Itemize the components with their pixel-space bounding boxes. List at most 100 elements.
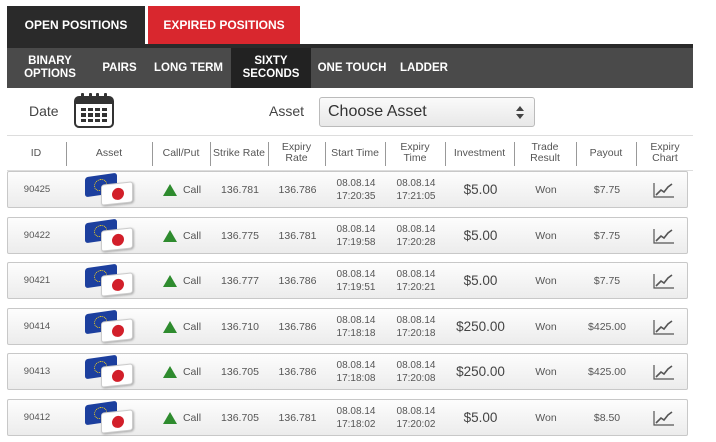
- cell-call-put: Call: [154, 172, 210, 207]
- col-header-trade-result: Trade Result: [530, 141, 560, 164]
- table-row[interactable]: 90412 Call 136.705 136.781 08.08.14 17:1…: [7, 399, 688, 436]
- call-arrow-icon: [162, 365, 177, 378]
- cell-investment: $5.00: [463, 273, 498, 288]
- subnav-binary-options[interactable]: BINARY OPTIONS: [7, 48, 93, 88]
- select-arrows-icon: [516, 106, 524, 120]
- asset-label: Asset: [269, 103, 305, 119]
- subnav-pairs[interactable]: PAIRS: [93, 48, 146, 88]
- table-header: ID Asset Call/Put Strike Rate Expiry Rat…: [7, 135, 693, 171]
- cell-expiry-chart: [638, 263, 690, 298]
- cell-start-time: 08.08.14 17:19:51: [327, 263, 385, 298]
- call-arrow-icon: [162, 274, 177, 287]
- cell-trade-result: Won: [535, 274, 557, 287]
- subnav-long-term[interactable]: LONG TERM: [146, 48, 231, 88]
- cell-payout: $425.00: [588, 320, 626, 333]
- expiry-date: 08.08.14: [396, 177, 436, 189]
- option-type-nav: BINARY OPTIONS PAIRS LONG TERM SIXTY SEC…: [7, 48, 693, 88]
- eur-jpy-flags-icon: [85, 354, 135, 388]
- start-date: 08.08.14: [336, 359, 376, 371]
- cell-investment: $250.00: [456, 364, 505, 379]
- cell-expiry-chart: [638, 354, 690, 389]
- cell-asset: [68, 263, 152, 298]
- cell-trade-result: Won: [535, 365, 557, 378]
- cell-expiry-time: 08.08.14 17:20:08: [387, 354, 445, 389]
- cell-strike-rate: 136.781: [221, 183, 259, 196]
- eur-jpy-flags-icon: [85, 309, 135, 343]
- cell-asset: [68, 309, 152, 344]
- line-chart-icon[interactable]: [653, 319, 675, 335]
- cell-id: 90425: [23, 184, 51, 195]
- col-header-expiry-rate: Expiry Rate: [281, 141, 312, 164]
- start-clock: 17:18:02: [336, 418, 376, 430]
- table-row[interactable]: 90414 Call 136.710 136.786 08.08.14 17:1…: [7, 308, 688, 345]
- table-row[interactable]: 90425 Call 136.781 136.786 08.08.14 17:2…: [7, 171, 688, 208]
- cell-expiry-rate: 136.786: [278, 365, 317, 378]
- cell-id: 90422: [23, 230, 51, 241]
- cell-call-put: Call: [154, 354, 210, 389]
- expiry-clock: 17:20:21: [396, 281, 436, 293]
- cell-id: 90413: [23, 366, 51, 377]
- expiry-clock: 17:20:08: [396, 372, 436, 384]
- direction-label: Call: [182, 274, 202, 287]
- table-row[interactable]: 90422 Call 136.775 136.781 08.08.14 17:1…: [7, 217, 688, 254]
- cell-expiry-rate: 136.786: [278, 274, 317, 287]
- line-chart-icon[interactable]: [653, 182, 675, 198]
- expiry-date: 08.08.14: [396, 314, 436, 326]
- expiry-date: 08.08.14: [396, 268, 436, 280]
- cell-payout: $8.50: [593, 411, 621, 424]
- direction-label: Call: [182, 365, 202, 378]
- expiry-date: 08.08.14: [396, 359, 436, 371]
- start-clock: 17:18:08: [336, 372, 376, 384]
- cell-strike-rate: 136.775: [221, 229, 259, 242]
- start-date: 08.08.14: [336, 314, 376, 326]
- cell-call-put: Call: [154, 263, 210, 298]
- col-header-call-put: Call/Put: [162, 146, 200, 159]
- col-header-expiry-time: Expiry Time: [400, 141, 430, 164]
- line-chart-icon[interactable]: [653, 364, 675, 380]
- col-header-id: ID: [30, 146, 42, 159]
- cell-expiry-time: 08.08.14 17:20:21: [387, 263, 445, 298]
- expiry-date: 08.08.14: [396, 223, 436, 235]
- cell-investment: $5.00: [463, 410, 498, 425]
- cell-start-time: 08.08.14 17:18:18: [327, 309, 385, 344]
- direction-label: Call: [182, 320, 202, 333]
- calendar-icon[interactable]: [74, 93, 114, 128]
- cell-strike-rate: 136.777: [221, 274, 259, 287]
- asset-select[interactable]: Choose Asset: [319, 97, 535, 127]
- call-arrow-icon: [162, 411, 177, 424]
- cell-payout: $425.00: [588, 365, 626, 378]
- cell-call-put: Call: [154, 400, 210, 435]
- cell-investment: $250.00: [456, 319, 505, 334]
- start-date: 08.08.14: [336, 177, 376, 189]
- line-chart-icon[interactable]: [653, 410, 675, 426]
- expiry-clock: 17:20:02: [396, 418, 436, 430]
- asset-select-value: Choose Asset: [328, 103, 427, 120]
- cell-expiry-time: 08.08.14 17:20:02: [387, 400, 445, 435]
- cell-start-time: 08.08.14 17:18:08: [327, 354, 385, 389]
- start-clock: 17:19:51: [336, 281, 376, 293]
- date-label: Date: [29, 103, 59, 119]
- eur-jpy-flags-icon: [85, 218, 135, 252]
- cell-expiry-time: 08.08.14 17:20:18: [387, 309, 445, 344]
- cell-call-put: Call: [154, 309, 210, 344]
- tab-expired-positions[interactable]: EXPIRED POSITIONS: [148, 6, 300, 44]
- tab-open-positions[interactable]: OPEN POSITIONS: [7, 6, 145, 44]
- start-clock: 17:20:35: [336, 190, 376, 202]
- line-chart-icon[interactable]: [653, 273, 675, 289]
- cell-expiry-rate: 136.781: [278, 411, 317, 424]
- table-row[interactable]: 90413 Call 136.705 136.786 08.08.14 17:1…: [7, 353, 688, 390]
- cell-trade-result: Won: [535, 411, 557, 424]
- cell-call-put: Call: [154, 218, 210, 253]
- cell-asset: [68, 218, 152, 253]
- cell-trade-result: Won: [535, 183, 557, 196]
- cell-strike-rate: 136.710: [221, 320, 259, 333]
- line-chart-icon[interactable]: [653, 228, 675, 244]
- cell-id: 90421: [23, 275, 51, 286]
- table-row[interactable]: 90421 Call 136.777 136.786 08.08.14 17:1…: [7, 262, 688, 299]
- subnav-ladder[interactable]: LADDER: [393, 48, 455, 88]
- subnav-one-touch[interactable]: ONE TOUCH: [311, 48, 393, 88]
- eur-jpy-flags-icon: [85, 400, 135, 434]
- expiry-clock: 17:21:05: [396, 190, 436, 202]
- cell-strike-rate: 136.705: [221, 365, 259, 378]
- subnav-sixty-seconds[interactable]: SIXTY SECONDS: [231, 48, 311, 88]
